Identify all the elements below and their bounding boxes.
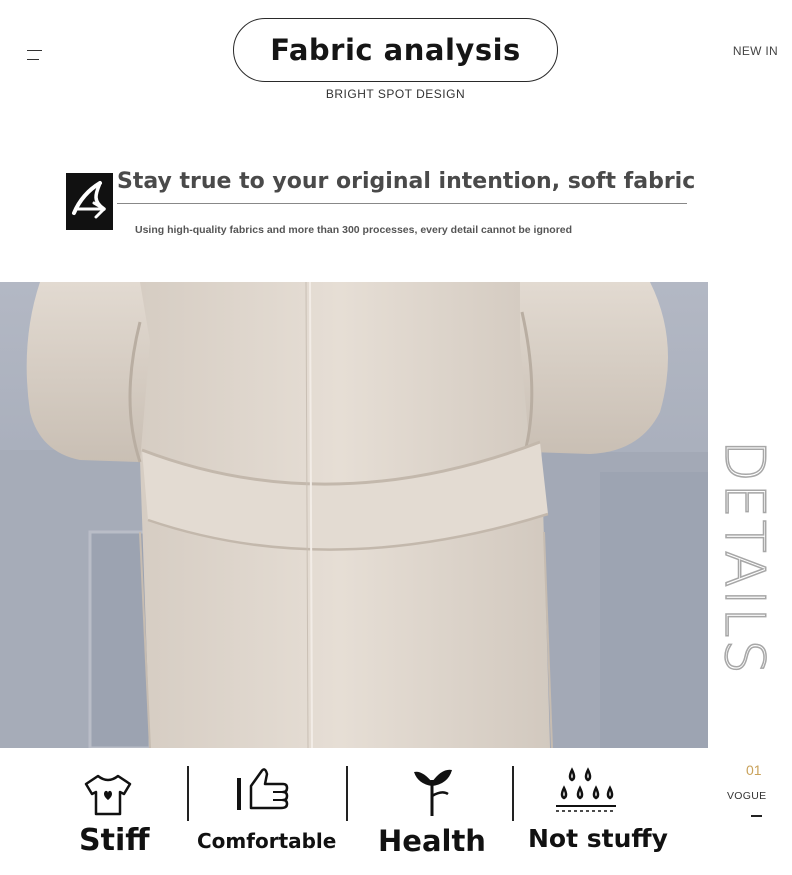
sprout-icon bbox=[414, 769, 452, 816]
menu-icon[interactable] bbox=[27, 50, 42, 62]
thumbs-up-icon bbox=[237, 768, 289, 810]
details-word: DETAILS bbox=[712, 439, 777, 676]
feature-label-health: Health bbox=[378, 824, 486, 858]
divider bbox=[187, 766, 189, 821]
title-pill: Fabric analysis bbox=[233, 18, 558, 82]
divider bbox=[512, 766, 514, 821]
feature-label-stiff: Stiff bbox=[79, 823, 150, 858]
vogue-label: VOGUE bbox=[727, 790, 767, 802]
page-title: Fabric analysis bbox=[270, 33, 521, 67]
divider bbox=[346, 766, 348, 821]
feature-label-comfortable: Comfortable bbox=[197, 829, 337, 853]
details-vertical-text: DETAILS bbox=[711, 439, 777, 690]
intro-description: Using high-quality fabrics and more than… bbox=[135, 224, 573, 236]
vogue-dash bbox=[751, 815, 762, 817]
intro-headline: Stay true to your original intention, so… bbox=[117, 169, 696, 194]
page-number: 01 bbox=[746, 762, 762, 778]
brand-logo-icon bbox=[66, 173, 113, 230]
water-drops-icon bbox=[556, 767, 616, 812]
product-photo bbox=[0, 282, 708, 748]
headline-divider bbox=[117, 203, 687, 204]
feature-label-not-stuffy: Not stuffy bbox=[528, 824, 668, 853]
new-in-label[interactable]: NEW IN bbox=[733, 44, 778, 58]
tshirt-icon bbox=[84, 774, 132, 816]
page-subtitle: BRIGHT SPOT DESIGN bbox=[325, 87, 466, 101]
